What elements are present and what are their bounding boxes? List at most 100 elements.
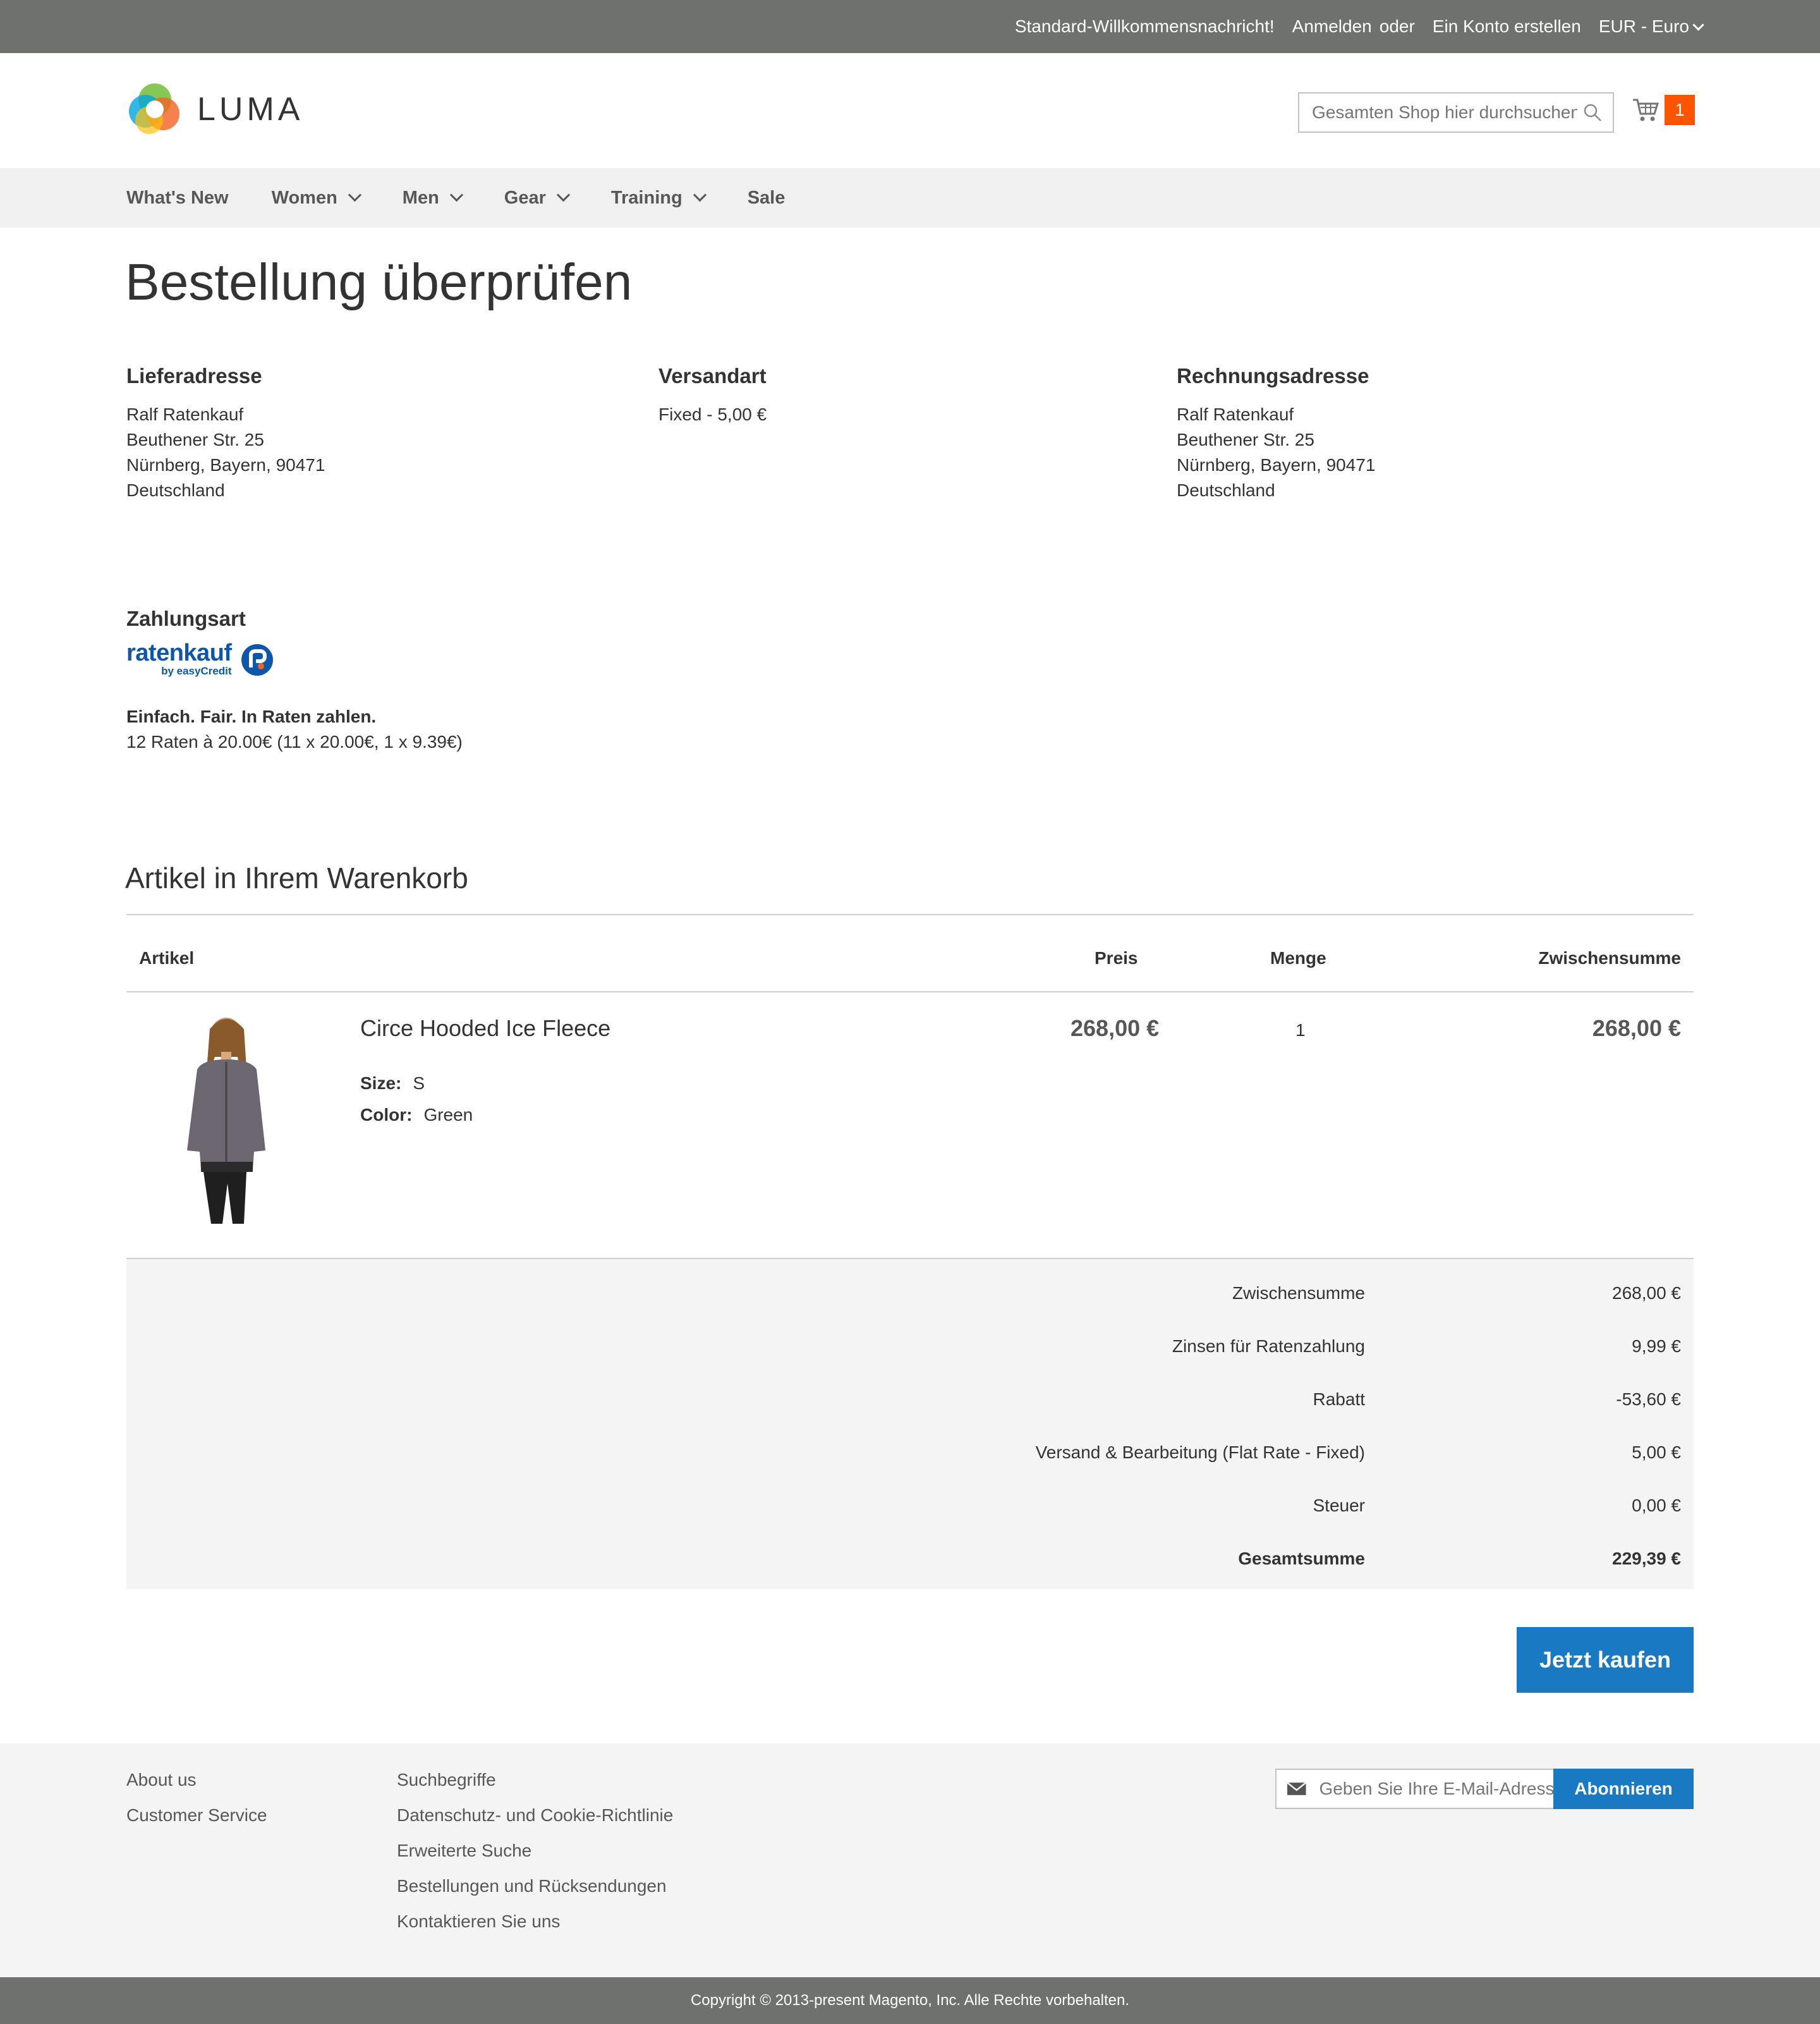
totals-label: Rabatt	[1313, 1389, 1366, 1409]
totals-row-tax: Steuer 0,00 €	[126, 1496, 1694, 1521]
product-image	[145, 1011, 307, 1226]
address-line: Deutschland	[1177, 480, 1275, 500]
cart-count-badge: 1	[1665, 95, 1695, 125]
option-value: Green	[423, 1105, 473, 1125]
search-input[interactable]	[1312, 102, 1577, 123]
totals-label: Steuer	[1313, 1496, 1366, 1515]
address-line: Deutschland	[126, 480, 225, 500]
divider	[126, 991, 1694, 992]
footer-link[interactable]: Erweiterte Suche	[397, 1841, 531, 1861]
footer-link[interactable]: Bestellungen und Rücksendungen	[397, 1876, 667, 1896]
main-navigation: What's New Women Men Gear Training Sale	[0, 168, 1820, 228]
shipping-method-block: Versandart Fixed - 5,00 €	[658, 364, 767, 427]
product-subtotal: 268,00 €	[1592, 1015, 1681, 1041]
newsletter-field	[1275, 1769, 1557, 1809]
nav-item-gear[interactable]: Gear	[504, 187, 571, 209]
shipping-address: Ralf Ratenkauf Beuthener Str. 25 Nürnber…	[126, 402, 325, 503]
nav-item-whats-new[interactable]: What's New	[126, 188, 229, 209]
logo[interactable]: LUMA	[126, 81, 303, 138]
cart-items-title: Artikel in Ihrem Warenkorb	[125, 862, 468, 894]
product-option-size: Size: S	[360, 1073, 425, 1094]
totals-label: Zwischensumme	[1232, 1283, 1365, 1303]
subscribe-button[interactable]: Abonnieren	[1553, 1769, 1694, 1809]
option-value: S	[413, 1073, 425, 1093]
address-line: Beuthener Str. 25	[126, 430, 264, 449]
chevron-down-icon	[348, 188, 361, 202]
shipping-method-value: Fixed - 5,00 €	[658, 405, 767, 424]
payment-method-title: Zahlungsart	[126, 607, 246, 630]
cart-icon	[1633, 99, 1659, 121]
search-icon[interactable]	[1582, 102, 1603, 123]
totals-value: 268,00 €	[1612, 1283, 1681, 1303]
ratenkauf-logo: ratenkauf by easyCredit	[126, 640, 463, 678]
address-line: Nürnberg, Bayern, 90471	[1177, 455, 1376, 475]
page: Standard-Willkommensnachricht! Anmelden …	[0, 0, 1820, 2024]
chevron-down-icon	[449, 188, 463, 202]
payment-installments: 12 Raten à 20.00€ (11 x 20.00€, 1 x 9.39…	[126, 732, 463, 752]
order-totals: Zwischensumme 268,00 € Zinsen für Ratenz…	[126, 1258, 1694, 1589]
billing-address-title: Rechnungsadresse	[1177, 364, 1369, 387]
nav-item-women[interactable]: Women	[271, 187, 361, 209]
nav-item-training[interactable]: Training	[610, 187, 707, 209]
page-title: Bestellung überprüfen	[125, 253, 633, 311]
totals-value: 0,00 €	[1632, 1496, 1681, 1515]
totals-label: Gesamtsumme	[1238, 1549, 1365, 1568]
column-header-price: Preis	[1095, 948, 1138, 968]
place-order-button[interactable]: Jetzt kaufen	[1517, 1627, 1694, 1693]
totals-row-discount: Rabatt -53,60 €	[126, 1389, 1694, 1415]
payment-method-block: Zahlungsart ratenkauf by easyCredit Einf…	[126, 607, 463, 752]
footer-link[interactable]: Datenschutz- und Cookie-Richtlinie	[397, 1805, 673, 1826]
nav-item-label: Men	[402, 187, 439, 208]
login-link[interactable]: Anmelden	[1292, 16, 1372, 37]
option-label: Size:	[360, 1073, 402, 1093]
nav-item-sale[interactable]: Sale	[748, 188, 786, 209]
nav-item-label: Training	[610, 187, 682, 208]
option-label: Color:	[360, 1105, 413, 1125]
totals-label: Zinsen für Ratenzahlung	[1172, 1336, 1365, 1356]
nav-item-men[interactable]: Men	[402, 187, 463, 209]
or-text: oder	[1379, 16, 1415, 36]
footer-link[interactable]: About us	[126, 1770, 197, 1790]
currency-switcher[interactable]: EUR - Euro	[1599, 16, 1704, 37]
totals-row-interest: Zinsen für Ratenzahlung 9,99 €	[126, 1336, 1694, 1362]
totals-row-subtotal: Zwischensumme 268,00 €	[126, 1283, 1694, 1308]
payment-tagline: Einfach. Fair. In Raten zahlen.	[126, 707, 377, 726]
chevron-down-icon	[693, 188, 707, 202]
search-box	[1298, 92, 1614, 133]
footer-link[interactable]: Suchbegriffe	[397, 1770, 496, 1790]
column-header-item: Artikel	[139, 948, 195, 968]
product-name: Circe Hooded Ice Fleece	[360, 1015, 611, 1041]
product-option-color: Color: Green	[360, 1105, 473, 1125]
logo-text: LUMA	[197, 91, 304, 128]
totals-label: Versand & Bearbeitung (Flat Rate - Fixed…	[1035, 1442, 1365, 1462]
product-price: 268,00 €	[1071, 1015, 1160, 1041]
envelope-icon	[1287, 1782, 1307, 1795]
create-account-link[interactable]: Ein Konto erstellen	[1433, 16, 1581, 37]
easycredit-icon	[241, 644, 273, 676]
ratenkauf-logo-sub: by easyCredit	[161, 665, 232, 677]
chevron-down-icon	[1692, 19, 1704, 31]
nav-item-label: What's New	[126, 187, 229, 208]
totals-value: -53,60 €	[1616, 1389, 1681, 1409]
divider	[126, 914, 1694, 915]
column-header-qty: Menge	[1270, 948, 1326, 968]
address-line: Nürnberg, Bayern, 90471	[126, 455, 325, 475]
billing-address-block: Rechnungsadresse Ralf Ratenkauf Beuthene…	[1177, 364, 1375, 503]
product-qty: 1	[1295, 1020, 1306, 1040]
welcome-message: Standard-Willkommensnachricht!	[1014, 16, 1275, 36]
footer-link[interactable]: Kontaktieren Sie uns	[397, 1911, 560, 1932]
address-line: Ralf Ratenkauf	[1177, 405, 1294, 424]
totals-row-grand-total: Gesamtsumme 229,39 €	[126, 1549, 1694, 1574]
newsletter-email-input[interactable]	[1319, 1779, 1556, 1799]
nav-item-label: Women	[271, 187, 337, 208]
footer-link[interactable]: Customer Service	[126, 1805, 267, 1826]
billing-address: Ralf Ratenkauf Beuthener Str. 25 Nürnber…	[1177, 402, 1375, 503]
minicart[interactable]: 1	[1632, 95, 1695, 125]
nav-item-label: Sale	[747, 187, 786, 208]
totals-value: 229,39 €	[1612, 1549, 1681, 1568]
shipping-address-block: Lieferadresse Ralf Ratenkauf Beuthener S…	[126, 364, 325, 503]
luma-logo-icon	[126, 81, 183, 138]
address-line: Beuthener Str. 25	[1177, 430, 1314, 449]
nav-item-label: Gear	[504, 187, 546, 208]
ratenkauf-logo-text: ratenkauf	[126, 640, 232, 666]
